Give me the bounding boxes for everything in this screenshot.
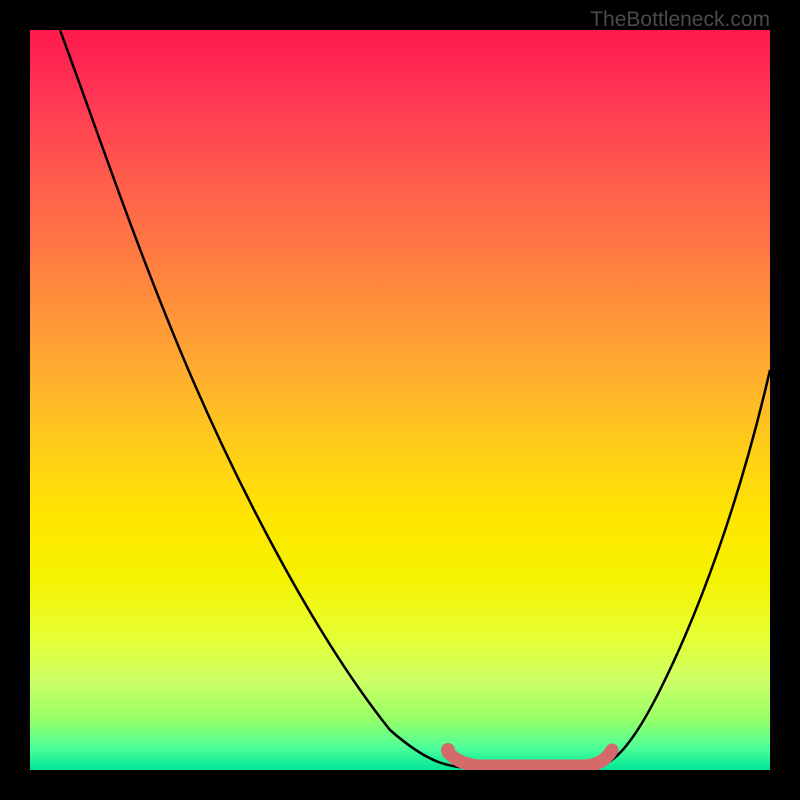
- optimal-zone-highlight: [448, 750, 612, 766]
- optimal-zone-start-dot: [441, 743, 455, 757]
- chart-svg: [30, 30, 770, 770]
- chart-plot-area: [30, 30, 770, 770]
- bottleneck-curve-line: [60, 30, 770, 768]
- watermark-text: TheBottleneck.com: [590, 8, 770, 32]
